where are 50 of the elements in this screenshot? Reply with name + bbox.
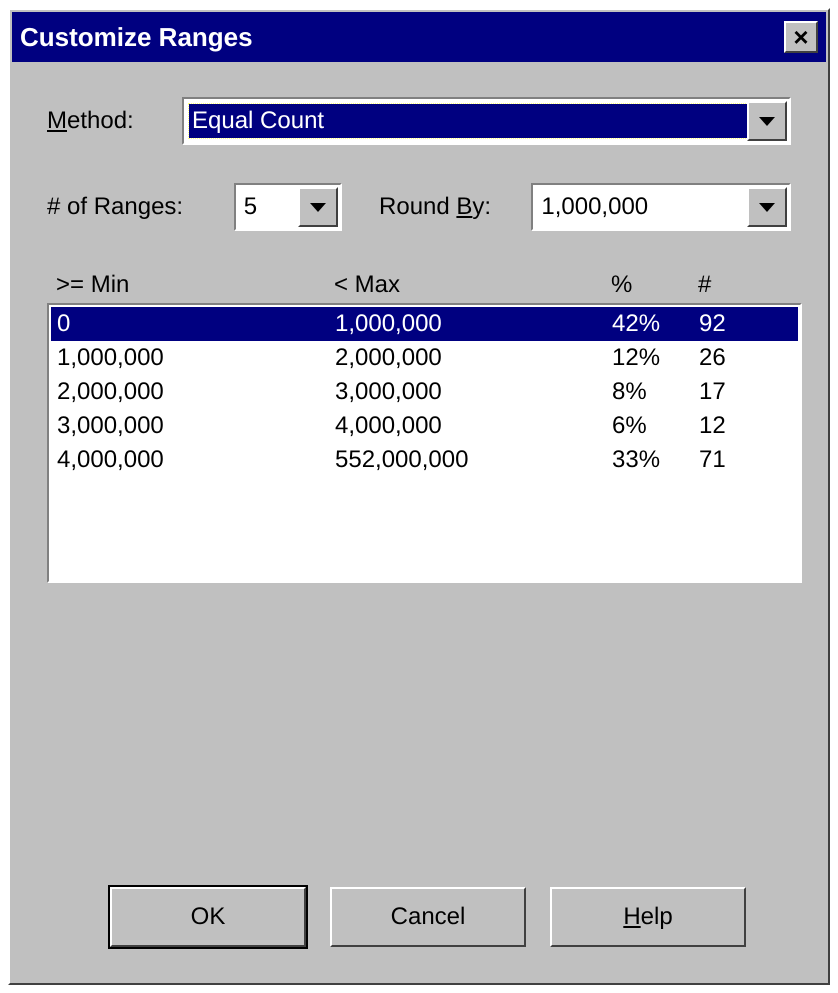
column-header: # (698, 271, 712, 298)
round-by-label: Round By: (379, 192, 492, 222)
dialog-button[interactable]: Help (550, 887, 746, 947)
list-cell: 2,000,000 (57, 378, 164, 405)
down-arrow-icon (759, 202, 775, 212)
dropdown-field[interactable]: Equal Count (182, 97, 791, 145)
list-row[interactable]: 0 1,000,000 42% 92 (51, 307, 798, 341)
list-cell: 0 (57, 310, 70, 337)
down-arrow-icon (759, 116, 775, 126)
dropdown-field[interactable]: 5 (234, 183, 342, 231)
dropdown-field[interactable]: 1,000,000 (531, 183, 791, 231)
ranges-list[interactable]: 0 1,000,000 42% 92 1,000,000 2,000,000 12% 26 2,000,000 3,000,000 8% 17 3,000,000 4,000,000 6% 12 4,000,000 552,000,000 33% 71 (47, 303, 802, 583)
list-cell: 33% (612, 446, 660, 473)
list-cell: 4,000,000 (57, 446, 164, 473)
dropdown-button[interactable] (298, 187, 338, 227)
list-cell: 4,000,000 (335, 412, 442, 439)
column-header: < Max (334, 271, 400, 298)
list-cell: 71 (699, 446, 726, 473)
dialog-button[interactable]: Cancel (330, 887, 526, 947)
list-cell: 552,000,000 (335, 446, 468, 473)
list-cell: 3,000,000 (335, 378, 442, 405)
list-cell: 42% (612, 310, 660, 337)
list-cell: 6% (612, 412, 647, 439)
window-title: Customize Ranges (20, 20, 253, 54)
list-row[interactable]: 2,000,000 3,000,000 8% 17 (51, 375, 798, 409)
list-cell: 92 (699, 310, 726, 337)
list-cell: 12% (612, 344, 660, 371)
list-cell: 17 (699, 378, 726, 405)
list-cell: 12 (699, 412, 726, 439)
ranges-label: # of Ranges: (47, 192, 184, 222)
dialog-button[interactable]: OK (110, 887, 306, 947)
list-cell: 1,000,000 (57, 344, 164, 371)
dropdown-button[interactable] (747, 101, 787, 141)
list-cell: 8% (612, 378, 647, 405)
list-row[interactable]: 4,000,000 552,000,000 33% 71 (51, 443, 798, 477)
down-arrow-icon (310, 202, 326, 212)
close-button[interactable]: × (784, 21, 818, 53)
dropdown-button[interactable] (747, 187, 787, 227)
list-row[interactable]: 3,000,000 4,000,000 6% 12 (51, 409, 798, 443)
list-cell: 1,000,000 (335, 310, 442, 337)
column-header: % (611, 271, 632, 298)
list-cell: 26 (699, 344, 726, 371)
method-label: Method: (47, 106, 135, 136)
list-cell: 3,000,000 (57, 412, 164, 439)
column-header: >= Min (56, 271, 130, 298)
list-row[interactable]: 1,000,000 2,000,000 12% 26 (51, 341, 798, 375)
dropdown-value: Equal Count (188, 104, 747, 138)
dropdown-value: 5 (242, 192, 258, 222)
dropdown-value: 1,000,000 (540, 192, 650, 222)
list-cell: 2,000,000 (335, 344, 442, 371)
